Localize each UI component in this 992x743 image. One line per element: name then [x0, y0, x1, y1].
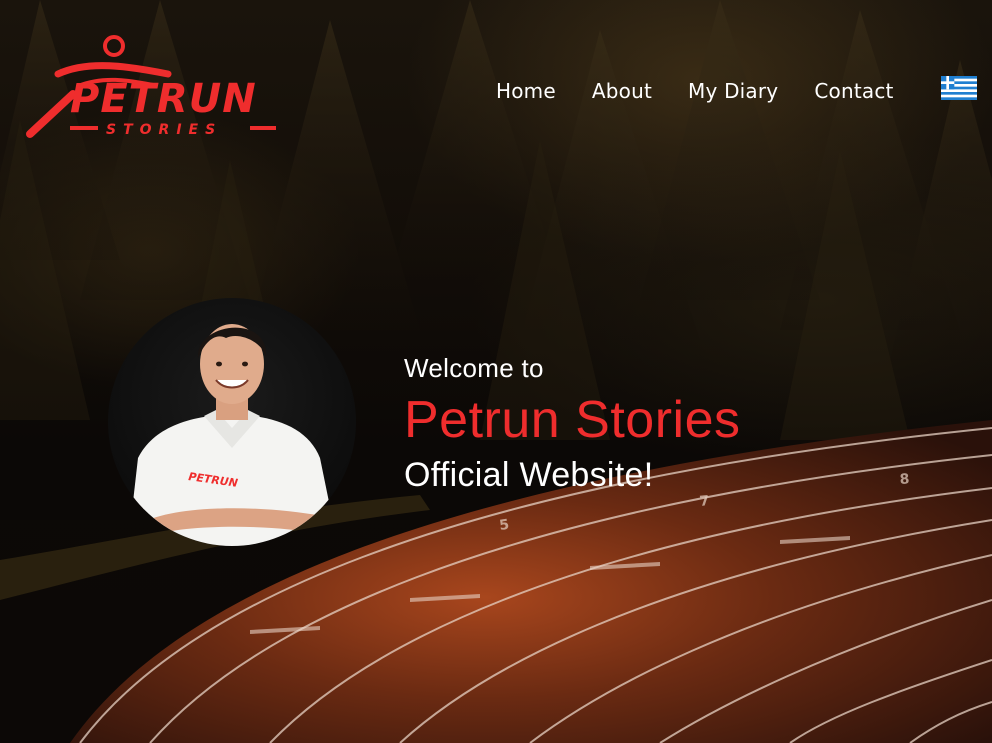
- main-navigation: Home About My Diary Contact: [496, 78, 894, 104]
- welcome-text: Welcome to: [404, 353, 544, 383]
- petrun-stories-logo[interactable]: PETRUN STORIES: [18, 30, 280, 140]
- profile-photo: PETRUN: [108, 298, 356, 546]
- nav-about-link[interactable]: About: [592, 78, 652, 104]
- logo-sub-text: STORIES: [106, 122, 222, 138]
- svg-text:8: 8: [899, 471, 910, 488]
- greek-flag-icon[interactable]: [941, 76, 977, 100]
- nav-contact-link[interactable]: Contact: [814, 78, 893, 104]
- svg-text:7: 7: [699, 493, 710, 510]
- hero-subtitle: Official Website!: [404, 456, 654, 494]
- nav-my-diary-link[interactable]: My Diary: [688, 78, 778, 104]
- hero-section: 5 7 8 PETRUN STORIES Home About My Diary…: [0, 0, 992, 743]
- logo-main-text: PETRUN: [70, 76, 257, 122]
- hero-title: Petrun Stories: [404, 391, 741, 449]
- nav-home-link[interactable]: Home: [496, 78, 556, 104]
- person-avatar-illustration: PETRUN: [128, 324, 338, 546]
